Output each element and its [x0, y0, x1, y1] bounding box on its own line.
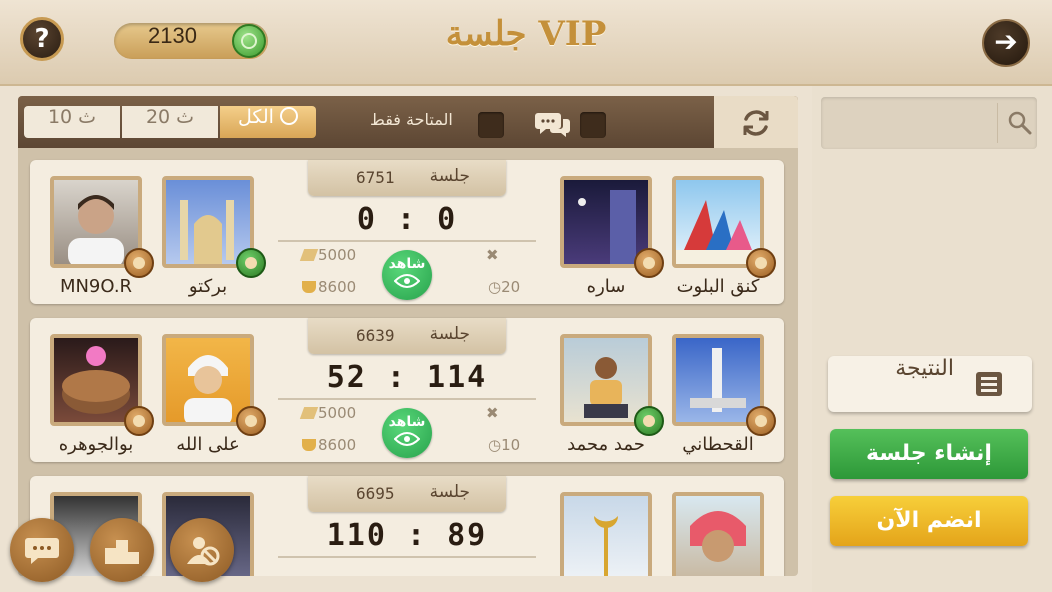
watch-button[interactable]: شاهد — [382, 408, 432, 458]
session-label: جلسة — [429, 482, 470, 502]
cup-amount: 8600 — [302, 436, 356, 454]
coin-balance: 2130 — [114, 23, 268, 59]
session-label: جلسة — [429, 166, 470, 186]
player-name: بركتو — [188, 276, 228, 297]
rank-medal-icon — [746, 248, 776, 278]
session-id: 6695 — [356, 484, 395, 503]
clock-icon: ◷ — [488, 436, 502, 454]
filter-bar: 10 ث 20 ث الكل المتاحة فقط — [18, 96, 798, 148]
money-icon — [299, 407, 319, 419]
turn-time-value: 20 — [501, 278, 521, 296]
rank-medal-icon — [236, 406, 266, 436]
chat-button[interactable] — [10, 518, 74, 582]
user-block-icon — [187, 537, 220, 566]
player-name: حمد محمد — [567, 434, 645, 455]
player-name: على الله — [176, 434, 240, 455]
eye-icon — [394, 274, 420, 288]
search-icon[interactable] — [1007, 110, 1033, 136]
rank-medal-icon — [634, 406, 664, 436]
top-bar: ? 2130 جلسة VIP ➔ — [0, 0, 1052, 86]
available-only-checkbox[interactable] — [478, 112, 504, 138]
clock-icon: ◷ — [488, 278, 502, 296]
bet-value: 5000 — [318, 404, 357, 422]
session-header: جلسة 6751 — [308, 160, 506, 196]
session-id: 6639 — [356, 326, 395, 345]
question-icon: ? — [34, 24, 50, 54]
divider — [278, 398, 536, 400]
search-divider — [997, 103, 998, 143]
session-score: 0 : 0 — [356, 202, 458, 237]
session-score: 52 : 114 — [326, 360, 488, 395]
bet-value: 5000 — [318, 246, 357, 264]
chat-icon — [535, 113, 570, 137]
refresh-button[interactable] — [714, 96, 798, 148]
rank-medal-icon — [746, 406, 776, 436]
cup-amount: 8600 — [302, 278, 356, 296]
turn-time: ◷10 — [488, 436, 520, 454]
cup-value: 8600 — [318, 278, 357, 296]
session-id: 6751 — [356, 168, 395, 187]
join-now-button[interactable]: انضم الآن — [830, 496, 1028, 546]
turn-time: ◷20 — [488, 278, 520, 296]
tab-10-seconds[interactable]: 10 ث — [24, 106, 120, 138]
tab-20-seconds[interactable]: 20 ث — [122, 106, 218, 138]
divider — [278, 240, 536, 242]
rank-medal-icon — [236, 248, 266, 278]
refresh-icon — [743, 110, 769, 136]
available-only-label: المتاحة فقط — [370, 110, 453, 129]
session-card[interactable]: MN9O.R بركتو ساره كنق البلوت جلسة 6751 0… — [30, 160, 784, 304]
player-name: ساره — [586, 276, 626, 297]
player-name: MN9O.R — [59, 276, 133, 297]
session-score: 110 : 89 — [326, 518, 488, 553]
bet-amount: 5000 — [299, 246, 357, 264]
chat-bubble-icon — [25, 538, 59, 564]
arrow-right-icon: ➔ — [994, 25, 1018, 58]
player-avatar[interactable] — [672, 492, 764, 576]
watch-label: شاهد — [388, 256, 426, 272]
podium-icon — [105, 540, 139, 564]
rank-medal-icon — [124, 406, 154, 436]
results-button[interactable]: النتيجة — [828, 356, 1032, 412]
session-label: جلسة — [429, 324, 470, 344]
turn-time-value: 10 — [501, 436, 521, 454]
watch-label: شاهد — [388, 414, 426, 430]
search-input[interactable] — [821, 97, 1037, 149]
session-header: جلسة 6639 — [308, 318, 506, 354]
leaderboard-button[interactable] — [90, 518, 154, 582]
trophy-icon — [302, 281, 316, 293]
eye-icon — [394, 432, 420, 446]
no-chat-icon: ✖ — [486, 246, 499, 264]
session-header: جلسة 6695 — [308, 476, 506, 512]
no-chat-icon: ✖ — [486, 404, 499, 422]
player-name: كنق البلوت — [676, 276, 760, 297]
player-name: بوالجوهره — [58, 434, 134, 455]
session-card[interactable]: بوالجوهره على الله حمد محمد القحطاني جلس… — [30, 318, 784, 462]
chat-filter-checkbox[interactable] — [580, 112, 606, 138]
rank-medal-icon — [634, 248, 664, 278]
player-name: القحطاني — [682, 434, 754, 455]
cup-value: 8600 — [318, 436, 357, 454]
money-icon — [299, 249, 319, 261]
sessions-panel: 10 ث 20 ث الكل المتاحة فقط MN9O.R بركتو … — [18, 96, 798, 576]
create-session-button[interactable]: إنشاء جلسة — [830, 429, 1028, 479]
tab-all-label: الكل — [238, 106, 274, 128]
back-button[interactable]: ➔ — [982, 19, 1030, 67]
block-user-button[interactable] — [170, 518, 234, 582]
player-avatar[interactable] — [560, 492, 652, 576]
divider — [278, 556, 536, 558]
rank-medal-icon — [124, 248, 154, 278]
watch-button[interactable]: شاهد — [382, 250, 432, 300]
clock-icon — [279, 107, 298, 125]
page-title: جلسة VIP — [445, 14, 607, 54]
coin-value: 2130 — [148, 23, 197, 48]
help-button[interactable]: ? — [20, 17, 64, 61]
tab-all[interactable]: الكل — [220, 106, 316, 138]
coin-icon — [232, 24, 266, 58]
trophy-icon — [302, 439, 316, 451]
bet-amount: 5000 — [299, 404, 357, 422]
list-icon — [976, 372, 1002, 396]
results-label: النتيجة — [895, 356, 954, 381]
